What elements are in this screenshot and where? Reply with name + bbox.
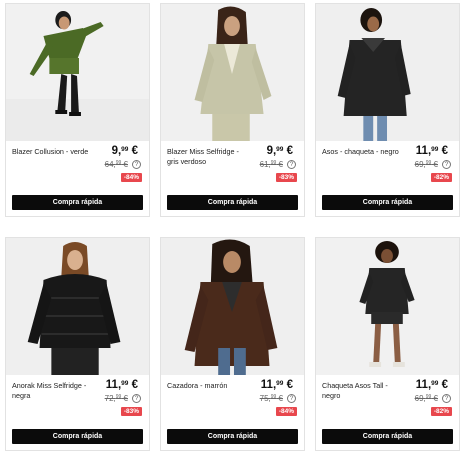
product-name[interactable]: Cazadora - marrón — [167, 381, 245, 391]
product-image[interactable] — [316, 4, 459, 141]
discount-badge: -82% — [430, 173, 452, 182]
original-price: 75,99 € — [259, 394, 283, 403]
help-icon[interactable]: ? — [442, 394, 451, 403]
product-name[interactable]: Blazer Collusion - verde — [12, 147, 90, 157]
product-card[interactable]: Asos - chaqueta - negro 11,99 € 69,99 € … — [315, 3, 460, 217]
product-image[interactable] — [6, 4, 149, 141]
product-name[interactable]: Anorak Miss Selfridge - negra — [12, 381, 90, 401]
product-price: 9,99 € — [266, 145, 293, 157]
original-price: 61,99 € — [259, 160, 283, 169]
help-icon[interactable]: ? — [287, 394, 296, 403]
quick-buy-button[interactable]: Compra rápida — [167, 195, 298, 210]
product-card[interactable]: Cazadora - marrón 11,99 € 75,99 € ? -84%… — [160, 237, 305, 451]
discount-badge: -84% — [120, 173, 142, 182]
product-price: 11,99 € — [415, 145, 448, 157]
product-price: 11,99 € — [105, 379, 138, 391]
help-icon[interactable]: ? — [132, 394, 141, 403]
product-image[interactable] — [161, 4, 304, 141]
product-price: 11,99 € — [415, 379, 448, 391]
discount-badge: -82% — [430, 407, 452, 416]
help-icon[interactable]: ? — [287, 160, 296, 169]
product-name[interactable]: Chaqueta Asos Tall - negro — [322, 381, 400, 401]
product-price: 11,99 € — [260, 379, 293, 391]
quick-buy-button[interactable]: Compra rápida — [12, 195, 143, 210]
product-name[interactable]: Blazer Miss Selfridge - gris verdoso — [167, 147, 245, 167]
quick-buy-button[interactable]: Compra rápida — [322, 429, 453, 444]
product-name[interactable]: Asos - chaqueta - negro — [322, 147, 400, 157]
help-icon[interactable]: ? — [442, 160, 451, 169]
product-price: 9,99 € — [111, 145, 138, 157]
quick-buy-button[interactable]: Compra rápida — [12, 429, 143, 444]
product-card[interactable]: Chaqueta Asos Tall - negro 11,99 € 69,99… — [315, 237, 460, 451]
quick-buy-button[interactable]: Compra rápida — [322, 195, 453, 210]
discount-badge: -83% — [275, 173, 297, 182]
discount-badge: -84% — [275, 407, 297, 416]
product-card[interactable]: Blazer Collusion - verde 9,99 € 64,99 € … — [5, 3, 150, 217]
discount-badge: -83% — [120, 407, 142, 416]
product-image[interactable] — [161, 238, 304, 375]
original-price: 64,99 € — [104, 160, 128, 169]
quick-buy-button[interactable]: Compra rápida — [167, 429, 298, 444]
product-card[interactable]: Blazer Miss Selfridge - gris verdoso 9,9… — [160, 3, 305, 217]
original-price: 72,99 € — [104, 394, 128, 403]
product-card[interactable]: Anorak Miss Selfridge - negra 11,99 € 72… — [5, 237, 150, 451]
product-image[interactable] — [316, 238, 459, 375]
product-image[interactable] — [6, 238, 149, 375]
product-grid: Blazer Collusion - verde 9,99 € 64,99 € … — [0, 0, 475, 451]
original-price: 69,99 € — [414, 394, 438, 403]
original-price: 69,99 € — [414, 160, 438, 169]
help-icon[interactable]: ? — [132, 160, 141, 169]
